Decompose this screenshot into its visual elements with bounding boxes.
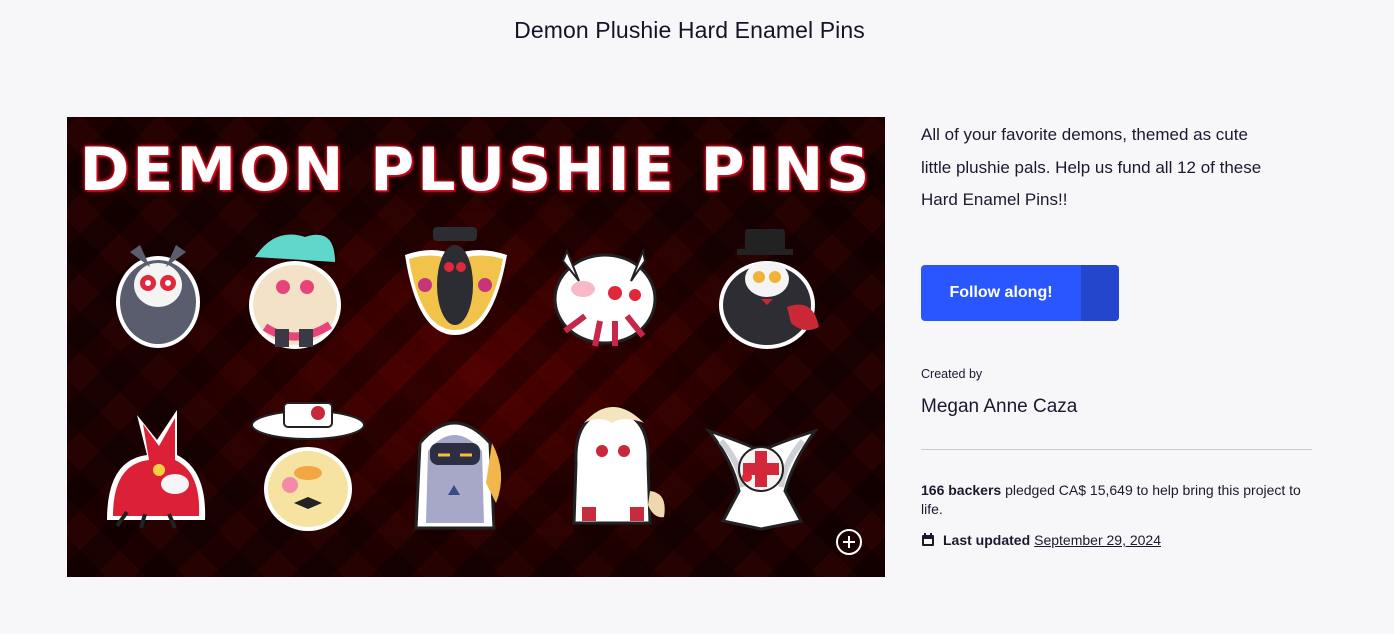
- moth-nurse-pin-icon: [703, 401, 821, 541]
- moth-demon-pin-icon: [397, 215, 515, 355]
- follow-along-button-edge: [1081, 265, 1119, 321]
- last-updated-label: Last updated: [943, 532, 1031, 548]
- last-updated-row: Last updated September 29, 2024: [921, 532, 1161, 548]
- project-blurb: All of your favorite demons, themed as c…: [921, 125, 1262, 209]
- page-title: Demon Plushie Hard Enamel Pins: [514, 17, 865, 43]
- creator-name[interactable]: Megan Anne Caza: [921, 396, 1077, 418]
- calendar-icon: [922, 533, 934, 546]
- black-cat-pin-icon: [709, 217, 827, 357]
- hooded-knight-pin-icon: [396, 403, 514, 543]
- rainbow-cat-pin-icon: [235, 217, 353, 357]
- follow-along-button[interactable]: Follow along!: [921, 265, 1119, 321]
- hero-banner-text: DEMON PLUSHIE PINS: [79, 135, 873, 205]
- cream-goat-pin-icon: [554, 393, 672, 533]
- backer-count: 166 backers: [921, 482, 1002, 498]
- zoom-in-icon[interactable]: [836, 529, 862, 555]
- red-fox-pin-icon: [97, 400, 215, 540]
- duck-pin-icon: [250, 397, 368, 537]
- project-page: Demon Plushie Hard Enamel Pins DEMON PLU…: [0, 0, 1394, 634]
- follow-along-label: Follow along!: [949, 284, 1053, 301]
- owl-demon-pin-icon: [100, 217, 218, 357]
- divider: [921, 449, 1312, 450]
- hero-image[interactable]: DEMON PLUSHIE PINS: [67, 117, 885, 577]
- created-by-label: Created by: [921, 367, 983, 381]
- white-spider-pin-icon: [545, 221, 663, 361]
- last-updated-date-link[interactable]: September 29, 2024: [1034, 532, 1161, 548]
- funding-stats: 166 backers pledged CA$ 15,649 to help b…: [921, 481, 1313, 519]
